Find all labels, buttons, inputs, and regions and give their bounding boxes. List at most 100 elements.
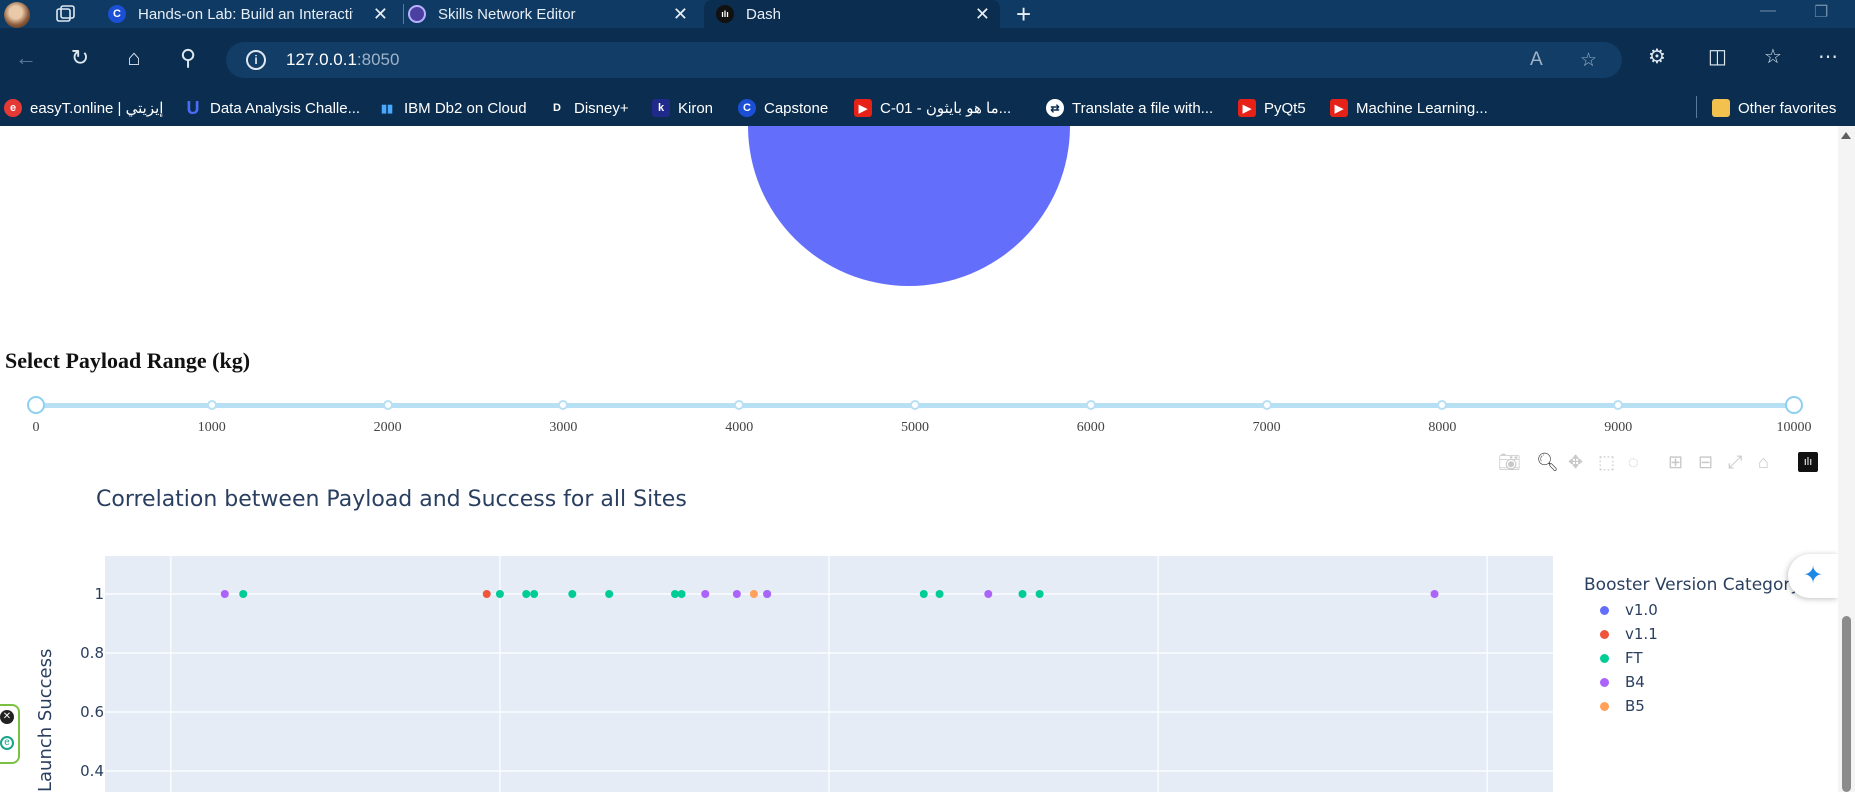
workspaces-icon[interactable]: [56, 5, 76, 23]
maximize-icon[interactable]: ❐: [1814, 2, 1828, 22]
data-point-ft[interactable]: [605, 590, 614, 598]
page-scrollbar[interactable]: [1838, 126, 1855, 792]
data-point-b4[interactable]: [220, 590, 229, 598]
bookmark-capstone[interactable]: C Capstone: [738, 96, 828, 120]
zoom-out-icon[interactable]: ⊟: [1698, 452, 1713, 472]
data-point-v1-1[interactable]: [482, 590, 491, 598]
autoscale-icon[interactable]: ⤢: [1728, 452, 1742, 472]
slider-mark-label[interactable]: 4000: [725, 420, 753, 436]
legend-item[interactable]: B4: [1598, 673, 1645, 691]
slider-dot[interactable]: [382, 400, 393, 410]
bookmark-translate[interactable]: ⇄ Translate a file with...: [1046, 96, 1213, 120]
extension-icon[interactable]: e: [0, 736, 14, 750]
bookmark-disney[interactable]: D Disney+: [548, 96, 629, 120]
bookmark-c01[interactable]: ▶ C-01 - ما هو بايثون...: [854, 96, 1011, 120]
camera-icon[interactable]: 📷︎: [1498, 452, 1521, 472]
extensions-icon[interactable]: ⚙: [1648, 44, 1666, 69]
bookmark-data-analysis[interactable]: U Data Analysis Challe...: [184, 96, 361, 120]
data-point-ft[interactable]: [919, 590, 928, 598]
slider-mark-label[interactable]: 2000: [374, 420, 402, 436]
lasso-select-icon[interactable]: ◌: [1628, 452, 1639, 472]
read-aloud-icon[interactable]: A: [1530, 49, 1543, 71]
refresh-icon[interactable]: ↻: [66, 46, 94, 70]
bookmark-pyqt5[interactable]: ▶ PyQt5: [1238, 96, 1306, 120]
slider-mark-label[interactable]: 1000: [198, 420, 226, 436]
slider-handle-max[interactable]: [1785, 396, 1803, 414]
bookmark-easyt[interactable]: e easyT.online | إيزيتي: [4, 96, 163, 120]
data-point-ft[interactable]: [677, 590, 686, 598]
legend-item[interactable]: v1.1: [1598, 625, 1658, 643]
more-menu-icon[interactable]: ⋯: [1818, 44, 1838, 69]
slider-mark-label[interactable]: 5000: [901, 420, 929, 436]
legend-item[interactable]: B5: [1598, 697, 1645, 715]
zoom-icon[interactable]: 🔍︎: [1536, 452, 1559, 472]
close-icon[interactable]: ✕: [0, 710, 14, 724]
data-point-b4[interactable]: [701, 590, 710, 598]
home-icon[interactable]: ⌂: [120, 46, 148, 70]
close-tab-icon[interactable]: ✕: [373, 4, 388, 25]
reset-axes-icon[interactable]: ⌂: [1758, 452, 1769, 472]
split-screen-icon[interactable]: ◫: [1708, 44, 1727, 69]
data-point-b4[interactable]: [984, 590, 993, 598]
legend-item[interactable]: v1.0: [1598, 601, 1658, 619]
favorites-icon[interactable]: ☆: [1764, 44, 1782, 69]
slider-mark-label[interactable]: 10000: [1777, 420, 1812, 436]
url-text[interactable]: 127.0.0.1:8050: [286, 50, 399, 70]
minimize-icon[interactable]: —: [1760, 2, 1776, 20]
slider-dot[interactable]: [558, 400, 569, 410]
bookmark-ibm-db2[interactable]: ▮▮ IBM Db2 on Cloud: [378, 96, 527, 120]
data-point-ft[interactable]: [495, 590, 504, 598]
favorite-star-icon[interactable]: ☆: [1580, 49, 1597, 72]
data-point-ft[interactable]: [935, 590, 944, 598]
scroll-thumb[interactable]: [1842, 616, 1851, 792]
slider-dot[interactable]: [734, 400, 745, 410]
slider-dot[interactable]: [1085, 400, 1096, 410]
copilot-icon[interactable]: ✦: [1788, 554, 1838, 598]
scatter-plot[interactable]: [0, 556, 1560, 792]
close-tab-icon[interactable]: ✕: [673, 4, 688, 25]
new-tab-icon[interactable]: +: [1016, 0, 1031, 28]
box-select-icon[interactable]: ⬚: [1598, 452, 1615, 472]
data-point-b5[interactable]: [749, 590, 758, 598]
slider-mark-label[interactable]: 8000: [1428, 420, 1456, 436]
data-point-ft[interactable]: [1035, 590, 1044, 598]
legend-item[interactable]: FT: [1598, 649, 1643, 667]
slider-dot[interactable]: [910, 400, 920, 410]
plotly-logo-icon[interactable]: ılı: [1798, 452, 1818, 472]
slider-mark-label[interactable]: 7000: [1253, 420, 1281, 436]
data-point-ft[interactable]: [1018, 590, 1027, 598]
slider-dot[interactable]: [1613, 400, 1624, 410]
slider-mark-label[interactable]: 9000: [1604, 420, 1632, 436]
profile-avatar[interactable]: [4, 2, 30, 28]
slider-dot[interactable]: [1437, 400, 1448, 410]
data-point-ft[interactable]: [568, 590, 577, 598]
slider-dot[interactable]: [206, 400, 217, 410]
site-info-icon[interactable]: i: [246, 50, 266, 70]
tab-dash[interactable]: ılı Dash ✕: [704, 0, 1000, 28]
data-point-b4[interactable]: [1430, 590, 1439, 598]
slider-dot[interactable]: [1261, 400, 1272, 410]
data-point-ft[interactable]: [522, 590, 531, 598]
bookmark-kiron[interactable]: k Kiron: [652, 96, 713, 120]
search-icon[interactable]: ⚲: [174, 46, 202, 70]
tab-hands-on-lab[interactable]: C Hands-on Lab: Build an Interactive Das…: [108, 0, 398, 28]
data-point-ft[interactable]: [239, 590, 248, 598]
bookmark-machine-learning[interactable]: ▶ Machine Learning...: [1330, 96, 1488, 120]
tab-skills-network-editor[interactable]: Skills Network Editor ✕: [408, 0, 698, 28]
bookmark-other-favorites[interactable]: Other favorites: [1712, 96, 1836, 120]
slider-mark-label[interactable]: 3000: [549, 420, 577, 436]
slider-mark-label[interactable]: 0: [33, 420, 40, 436]
scroll-up-icon[interactable]: [1841, 132, 1851, 139]
zoom-in-icon[interactable]: ⊞: [1668, 452, 1683, 472]
data-point-b4[interactable]: [732, 590, 741, 598]
slider-mark-label[interactable]: 6000: [1077, 420, 1105, 436]
data-point-ft[interactable]: [530, 590, 539, 598]
pan-icon[interactable]: ✥: [1568, 452, 1583, 472]
slider-handle-min[interactable]: [27, 396, 45, 414]
back-icon[interactable]: ←: [12, 46, 40, 70]
close-tab-icon[interactable]: ✕: [975, 4, 990, 25]
extension-side-widget[interactable]: ✕ e: [0, 704, 20, 764]
pie-chart-slice[interactable]: [748, 126, 1070, 286]
address-bar[interactable]: i 127.0.0.1:8050 A ☆: [226, 42, 1622, 78]
data-point-b4[interactable]: [763, 590, 772, 598]
